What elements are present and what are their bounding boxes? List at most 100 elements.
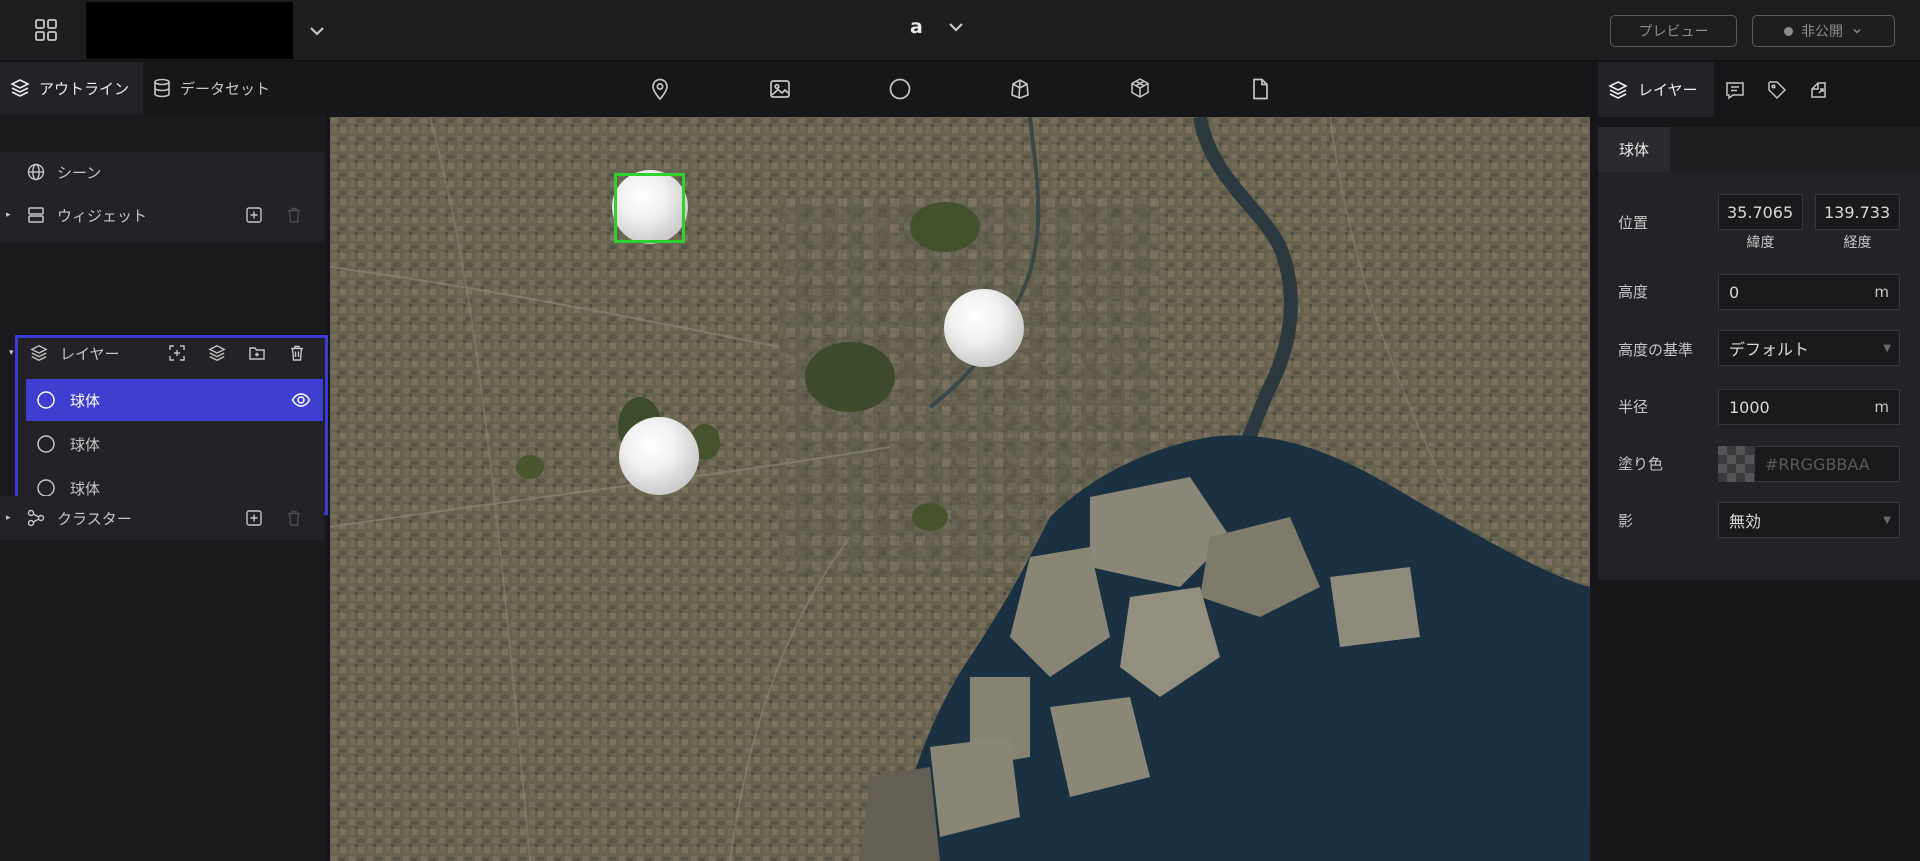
widget-row[interactable]: ▸ ウィジェット [0,195,324,235]
add-layer-stack-icon[interactable] [208,344,226,362]
pin-icon[interactable] [648,77,672,101]
selection-box[interactable] [614,173,685,243]
globe-icon [27,163,45,181]
outline-tree: シーン ▸ ウィジェット ▾ レイヤー 球体 球体 球体 ▸ クラスター [0,114,328,861]
left-tabs: アウトライン データセット [0,62,326,114]
height-unit: m [1874,283,1889,301]
widget-label: ウィジェット [57,206,148,225]
project-selector[interactable] [86,2,293,59]
layer-item-label: 球体 [70,391,101,410]
layer-item-sphere-1[interactable]: 球体 [26,379,323,421]
tab-layer-label: レイヤー [1638,81,1698,99]
image-icon[interactable] [768,77,792,101]
tab-sphere-properties[interactable]: 球体 [1598,127,1670,172]
left-panel: アウトライン データセット シーン ▸ ウィジェット ▾ レイヤー 球体 球体 … [0,62,328,861]
visibility-eye-icon[interactable] [291,390,311,410]
circle-icon[interactable] [888,77,912,101]
database-icon [153,78,171,98]
status-dot-icon [1784,26,1793,36]
caret-down-icon[interactable]: ▾ [9,348,14,358]
map-toolbar [326,62,1590,117]
file-icon[interactable] [1248,77,1272,101]
height-label: 高度 [1618,283,1649,301]
longitude-value: 139.733 [1824,202,1891,222]
shadow-label: 影 [1618,512,1634,530]
circle-icon [36,434,56,454]
height-reference-label: 高度の基準 [1618,341,1694,359]
shadow-select[interactable]: 無効 ▼ [1718,502,1900,538]
export-icon[interactable] [1798,62,1840,117]
top-bar: a プレビュー 非公開 [0,0,1920,61]
delete-widget-icon[interactable] [285,206,303,224]
latitude-caption: 緯度 [1746,235,1775,251]
project-title: a [910,16,923,38]
radius-value: 1000 [1729,397,1770,417]
add-cluster-icon[interactable] [245,509,263,527]
preview-button[interactable]: プレビュー [1610,15,1737,47]
scene-section: シーン ▸ ウィジェット [0,152,324,242]
tab-outline-label: アウトライン [39,79,130,98]
infobox-icon[interactable] [1714,62,1756,117]
shadow-value: 無効 [1729,512,1762,531]
layer-item-label: 球体 [70,435,101,454]
layers-icon [30,344,48,362]
project-title-dropdown[interactable]: a [910,16,967,38]
cluster-icon [27,509,45,527]
model-icon[interactable] [1128,77,1152,101]
position-label: 位置 [1618,214,1649,232]
scene-row[interactable]: シーン [0,152,324,192]
caret-right-icon[interactable]: ▸ [6,210,11,220]
longitude-input[interactable]: 139.733 [1815,194,1900,230]
new-folder-icon[interactable] [248,344,266,362]
tab-outline[interactable]: アウトライン [0,62,144,114]
app-grid-icon[interactable] [26,12,66,48]
delete-layer-icon[interactable] [288,344,306,362]
satellite-map [330,117,1590,861]
delete-cluster-icon[interactable] [285,509,303,527]
fill-color-label: 塗り色 [1618,455,1664,473]
fill-color-input[interactable]: #RRGGBBAA [1754,446,1900,482]
tab-dataset[interactable]: データセット [143,62,284,114]
sphere-marker-3[interactable] [619,417,699,495]
layers-label: レイヤー [60,344,120,363]
cluster-row[interactable]: ▸ クラスター [0,498,324,538]
caret-right-icon[interactable]: ▸ [6,513,11,523]
right-tabs: レイヤー [1598,62,1920,117]
publish-status-button[interactable]: 非公開 [1752,15,1895,47]
latitude-value: 35.7065 [1727,202,1794,222]
cluster-label: クラスター [57,509,132,528]
height-reference-select[interactable]: デフォルト ▼ [1718,330,1900,366]
chevron-down-icon[interactable] [306,20,328,42]
chevron-down-icon [1851,25,1863,37]
add-widget-icon[interactable] [245,206,263,224]
tab-layer[interactable]: レイヤー [1598,62,1714,117]
cluster-section: ▸ クラスター [0,496,324,540]
circle-icon [36,390,56,410]
height-reference-value: デフォルト [1729,340,1810,359]
radius-label: 半径 [1618,398,1649,416]
focus-layer-icon[interactable] [168,344,186,362]
subtab-strip [1670,127,1920,172]
color-swatch[interactable] [1718,446,1754,482]
radius-input[interactable]: 1000 m [1718,389,1900,425]
layers-icon [10,78,30,98]
layer-item-sphere-2[interactable]: 球体 [26,423,323,465]
publish-status-label: 非公開 [1801,24,1843,40]
longitude-caption: 経度 [1843,235,1872,251]
layers-header-row[interactable]: ▾ レイヤー [3,335,316,371]
height-input[interactable]: 0 m [1718,274,1900,310]
map-viewport[interactable] [330,117,1590,861]
latitude-input[interactable]: 35.7065 [1718,194,1803,230]
circle-icon [36,478,56,498]
fill-color-placeholder: #RRGGBBAA [1765,454,1870,474]
box-3d-icon[interactable] [1008,77,1032,101]
tag-icon[interactable] [1756,62,1798,117]
sphere-marker-2[interactable] [944,289,1024,367]
scene-label: シーン [57,163,102,182]
layers-group: ▾ レイヤー 球体 球体 球体 [9,335,328,515]
chevron-down-icon [945,16,967,38]
radius-unit: m [1874,398,1889,416]
widget-icon [27,206,45,224]
select-arrow-icon: ▼ [1883,342,1891,354]
height-value: 0 [1729,282,1740,302]
